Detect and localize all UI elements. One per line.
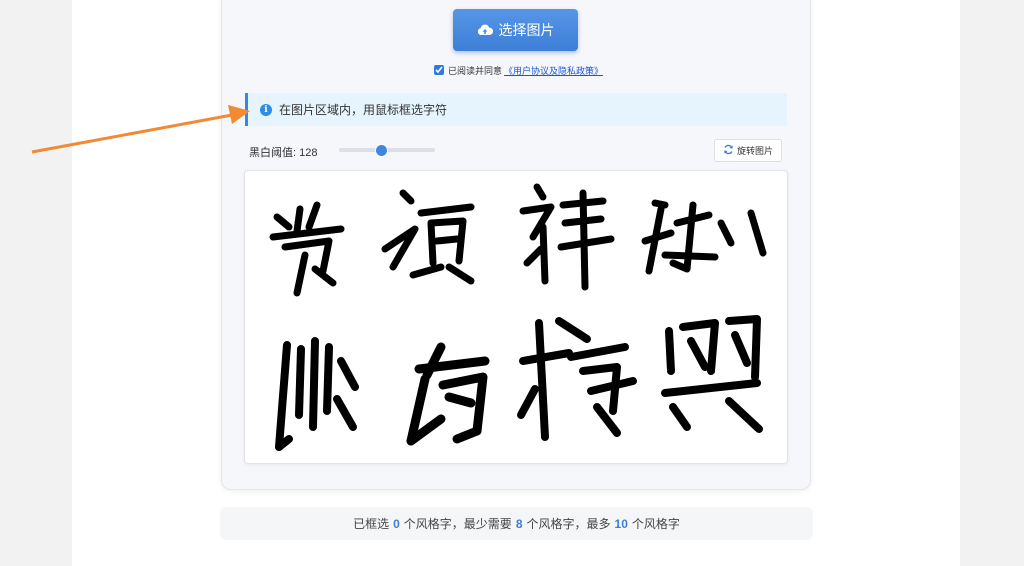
threshold-slider-track[interactable] (339, 148, 435, 152)
select-image-button[interactable]: 选择图片 (453, 9, 578, 51)
agreement-link[interactable]: 《用户协议及隐私政策》 (504, 64, 603, 77)
info-alert: i 在图片区域内，用鼠标框选字符 (245, 93, 787, 126)
info-icon: i (260, 103, 272, 116)
agreement-row: 已阅读并同意 《用户协议及隐私政策》 (434, 63, 603, 77)
image-canvas[interactable] (244, 170, 788, 464)
status-suffix: 个风格字 (631, 517, 680, 531)
refresh-icon (723, 144, 734, 157)
selected-count: 0 (393, 516, 400, 531)
threshold-label: 黑白阈值: 128 (249, 147, 318, 159)
select-image-label: 选择图片 (498, 22, 555, 38)
info-text: 在图片区域内，用鼠标框选字符 (279, 103, 448, 117)
min-count: 8 (515, 516, 523, 531)
calligraphy-image (269, 183, 767, 451)
status-mid2: 个风格字，最多 (526, 517, 611, 531)
agreement-text: 已阅读并同意 (448, 65, 503, 76)
threshold-slider-thumb[interactable] (376, 145, 387, 156)
max-count: 10 (614, 516, 628, 531)
status-prefix: 已框选 (353, 517, 390, 531)
cloud-upload-icon (477, 24, 493, 36)
rotate-image-button[interactable]: 旋转图片 (714, 139, 782, 162)
rotate-image-label: 旋转图片 (736, 146, 773, 156)
selection-status: 已框选 0 个风格字，最少需要 8 个风格字，最多 10 个风格字 (220, 507, 813, 540)
status-mid1: 个风格字，最少需要 (403, 517, 512, 531)
agreement-checkbox[interactable] (434, 65, 444, 75)
